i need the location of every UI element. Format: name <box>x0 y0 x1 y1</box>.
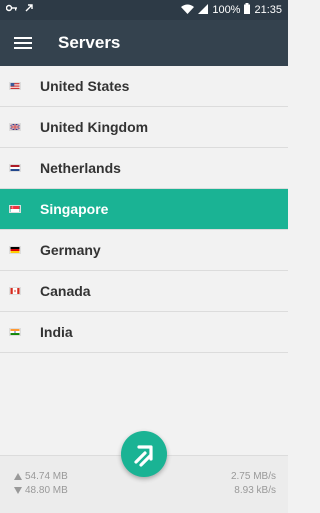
wifi-icon <box>181 4 195 17</box>
server-item-label: Netherlands <box>40 160 121 176</box>
traffic-totals: 54.74 MB 48.80 MB <box>14 470 68 498</box>
server-item-canada[interactable]: Canada <box>0 271 288 312</box>
us-flag-icon <box>9 82 21 90</box>
vpn-key-icon <box>5 3 18 16</box>
server-list: United States United Kingdom Netherlands… <box>0 66 288 353</box>
server-item-united-states[interactable]: United States <box>0 66 288 107</box>
server-item-singapore[interactable]: Singapore <box>0 189 288 230</box>
hamburger-menu-icon[interactable] <box>14 34 32 52</box>
de-flag-icon <box>9 246 21 254</box>
status-bar: 100% 21:35 <box>0 0 288 20</box>
server-item-label: Canada <box>40 283 91 299</box>
uk-flag-icon <box>9 123 21 131</box>
in-flag-icon <box>9 328 21 336</box>
download-arrow-icon <box>14 486 22 494</box>
connect-button[interactable] <box>121 431 167 477</box>
connect-arrow-icon <box>134 445 153 467</box>
server-item-india[interactable]: India <box>0 312 288 353</box>
server-item-label: India <box>40 324 73 340</box>
page-title: Servers <box>58 33 121 52</box>
server-item-netherlands[interactable]: Netherlands <box>0 148 288 189</box>
server-item-label: United Kingdom <box>40 119 149 135</box>
app-bar: Servers <box>0 20 288 66</box>
server-item-label: Germany <box>40 242 101 258</box>
ca-flag-icon <box>9 287 21 295</box>
download-speed: 8.93 kB/s <box>234 485 276 496</box>
sg-flag-icon <box>9 205 21 213</box>
traffic-speeds: 2.75 MB/s 8.93 kB/s <box>231 470 276 498</box>
clock: 21:35 <box>254 4 282 16</box>
server-item-germany[interactable]: Germany <box>0 230 288 271</box>
battery-percent: 100% <box>212 4 241 16</box>
download-total: 48.80 MB <box>25 485 68 496</box>
server-item-label: Singapore <box>40 201 109 217</box>
upload-total: 54.74 MB <box>25 471 68 482</box>
battery-icon <box>244 3 251 17</box>
notification-icon <box>24 3 34 16</box>
nl-flag-icon <box>9 164 21 172</box>
download-total-row: 48.80 MB <box>14 484 68 498</box>
server-item-label: United States <box>40 78 130 94</box>
server-item-united-kingdom[interactable]: United Kingdom <box>0 107 288 148</box>
upload-speed: 2.75 MB/s <box>230 471 276 482</box>
signal-icon <box>198 3 209 17</box>
upload-arrow-icon <box>14 472 22 480</box>
upload-total-row: 54.74 MB <box>14 470 68 484</box>
